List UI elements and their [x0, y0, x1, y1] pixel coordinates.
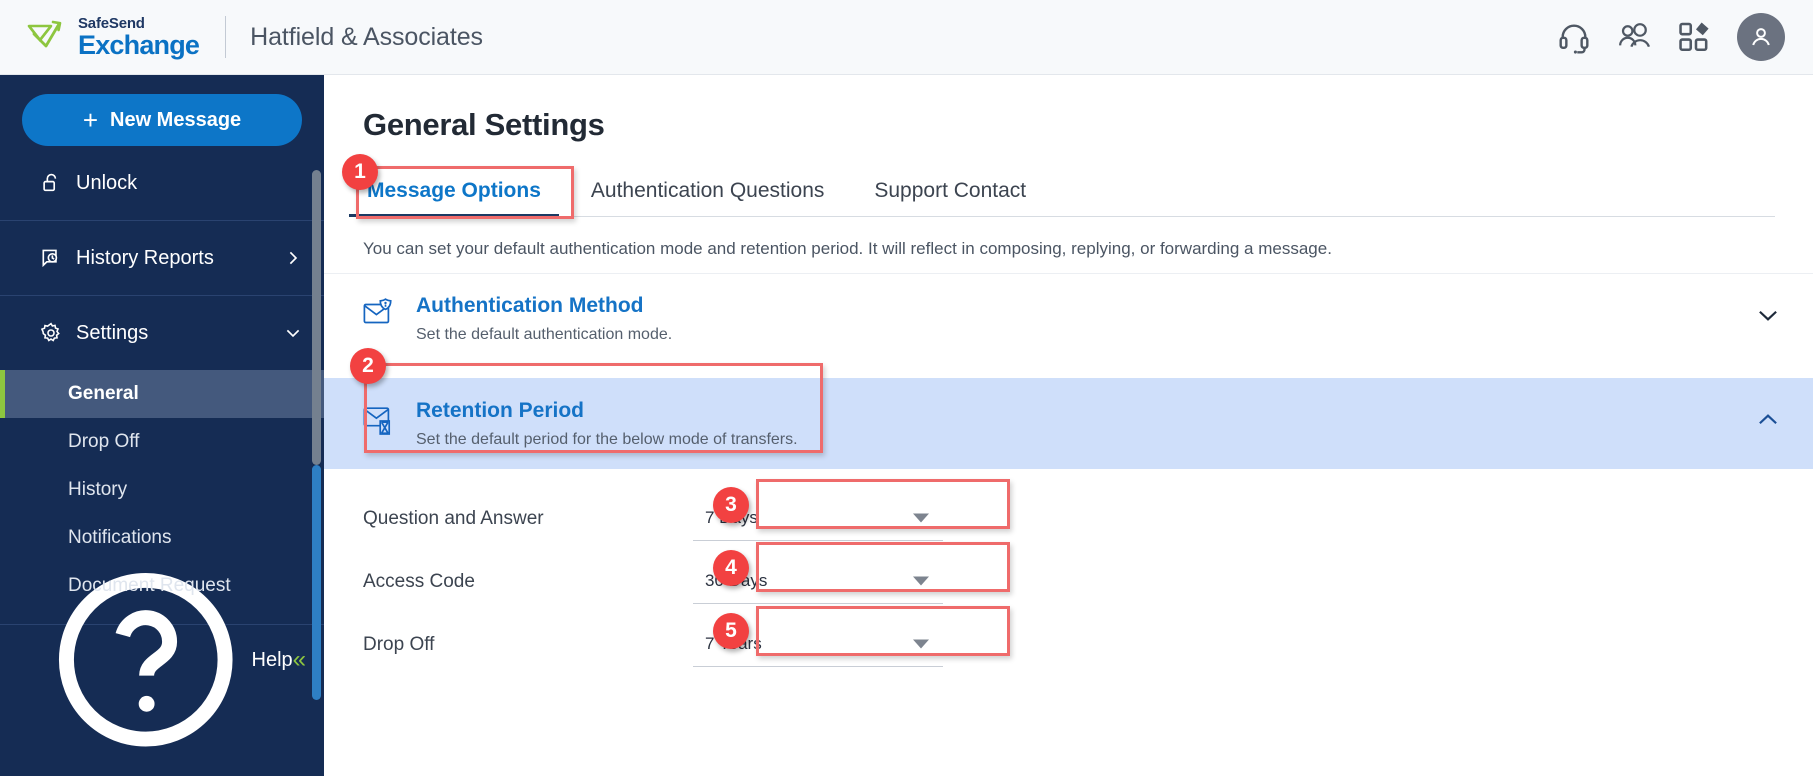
envelope-hourglass-icon	[363, 407, 391, 435]
sidebar-item-general[interactable]: General	[0, 370, 324, 418]
gear-icon	[40, 322, 60, 342]
sidebar-item-history-reports[interactable]: History Reports	[0, 221, 324, 295]
chevron-up-icon[interactable]	[1755, 407, 1781, 433]
field-row-drop-off: Drop Off 7 Years	[363, 613, 1813, 676]
unlock-icon	[43, 173, 57, 192]
sidebar: + New Message Unlock History Reports Set…	[0, 75, 324, 776]
tab-bar: Message Options Authentication Questions…	[349, 165, 1775, 217]
section-authentication-method-subtitle: Set the default authentication mode.	[416, 326, 673, 343]
main-content: General Settings Message Options Authent…	[324, 75, 1813, 776]
tab-message-options-label: Message Options	[367, 179, 541, 202]
section-authentication-method-title: Authentication Method	[416, 294, 644, 317]
sidebar-item-help-label: Help	[251, 648, 293, 671]
annotation-badge-1: 1	[342, 154, 378, 190]
safesend-envelope-logo-icon	[27, 20, 62, 48]
sidebar-item-document-request-label: Document Request	[68, 575, 231, 596]
sidebar-item-drop-off[interactable]: Drop Off	[0, 418, 324, 466]
brand-logo-group[interactable]: SafeSend Exchange	[26, 14, 200, 60]
chevron-down-icon	[913, 576, 929, 586]
sidebar-item-history-label: History	[68, 479, 128, 500]
tab-support-contact-label: Support Contact	[874, 179, 1027, 202]
section-authentication-method-text: Authentication Method Set the default au…	[416, 294, 672, 344]
sidebar-item-settings-label: Settings	[76, 321, 149, 344]
brand-name-top: SafeSend	[78, 14, 145, 32]
tab-support-contact[interactable]: Support Contact	[870, 179, 1030, 216]
apps-grid-icon[interactable]	[1677, 20, 1711, 54]
page-title: General Settings	[363, 107, 605, 142]
section-retention-period-text: Retention Period Set the default period …	[416, 399, 798, 449]
sidebar-item-settings[interactable]: Settings	[0, 296, 324, 370]
plus-icon: +	[82, 105, 98, 135]
field-row-question-and-answer: Question and Answer 7 Days	[363, 487, 1813, 550]
annotation-badge-2: 2	[350, 348, 386, 384]
chevron-right-icon[interactable]	[284, 249, 302, 267]
page-description: You can set your default authentication …	[363, 239, 1332, 258]
header-actions	[1557, 13, 1785, 61]
retention-fields: Question and Answer 7 Days Access Code 3…	[324, 487, 1813, 676]
new-message-label: New Message	[110, 108, 242, 131]
field-row-access-code: Access Code 30 Days	[363, 550, 1813, 613]
new-message-wrap: + New Message	[0, 75, 324, 146]
sidebar-item-unlock-label: Unlock	[76, 171, 138, 194]
envelope-shield-icon	[363, 298, 392, 324]
sidebar-item-unlock[interactable]: Unlock	[0, 146, 324, 220]
tab-authentication-questions-label: Authentication Questions	[590, 179, 825, 202]
tab-message-options[interactable]: Message Options	[349, 179, 559, 217]
user-avatar-button[interactable]	[1737, 13, 1785, 61]
sidebar-scrollbar-thumb[interactable]	[312, 170, 321, 465]
chevron-down-icon[interactable]	[1755, 302, 1781, 328]
label-access-code: Access Code	[363, 570, 475, 592]
sidebar-item-help[interactable]: Help «	[0, 573, 324, 747]
top-header: SafeSend Exchange Hatfield & Associates	[0, 0, 1813, 75]
section-authentication-method[interactable]: Authentication Method Set the default au…	[324, 273, 1813, 364]
sidebar-item-drop-off-label: Drop Off	[68, 431, 140, 452]
chevron-down-icon	[913, 639, 929, 649]
header-divider	[225, 16, 227, 58]
annotation-badge-3: 3	[713, 487, 749, 523]
sidebar-item-history[interactable]: History	[0, 466, 324, 514]
history-report-icon	[42, 249, 58, 268]
sidebar-item-document-request[interactable]: Document Request	[0, 562, 324, 610]
tab-authentication-questions[interactable]: Authentication Questions	[587, 179, 828, 216]
label-drop-off: Drop Off	[363, 633, 435, 655]
brand-name-bottom: Exchange	[78, 29, 200, 60]
section-retention-period-title: Retention Period	[416, 399, 585, 422]
organization-name: Hatfield & Associates	[250, 22, 483, 51]
sidebar-item-general-label: General	[68, 383, 139, 404]
headset-icon[interactable]	[1557, 20, 1591, 54]
chevron-down-icon	[913, 513, 929, 523]
sidebar-item-notifications[interactable]: Notifications	[0, 514, 324, 562]
annotation-badge-4: 4	[713, 550, 749, 586]
collapse-sidebar-icon[interactable]: «	[293, 646, 307, 674]
sidebar-item-notifications-label: Notifications	[68, 527, 172, 548]
people-icon[interactable]	[1617, 20, 1651, 54]
annotation-badge-5: 5	[713, 613, 749, 649]
new-message-button[interactable]: + New Message	[22, 94, 302, 146]
sidebar-scrollbar-thumb-lower[interactable]	[312, 465, 321, 700]
avatar-icon	[1752, 28, 1770, 46]
section-retention-period[interactable]: Retention Period Set the default period …	[324, 378, 1813, 469]
label-question-and-answer: Question and Answer	[363, 507, 544, 529]
sidebar-item-history-reports-label: History Reports	[76, 246, 214, 269]
chevron-down-icon[interactable]	[284, 324, 302, 342]
section-retention-period-subtitle: Set the default period for the below mod…	[416, 431, 798, 448]
